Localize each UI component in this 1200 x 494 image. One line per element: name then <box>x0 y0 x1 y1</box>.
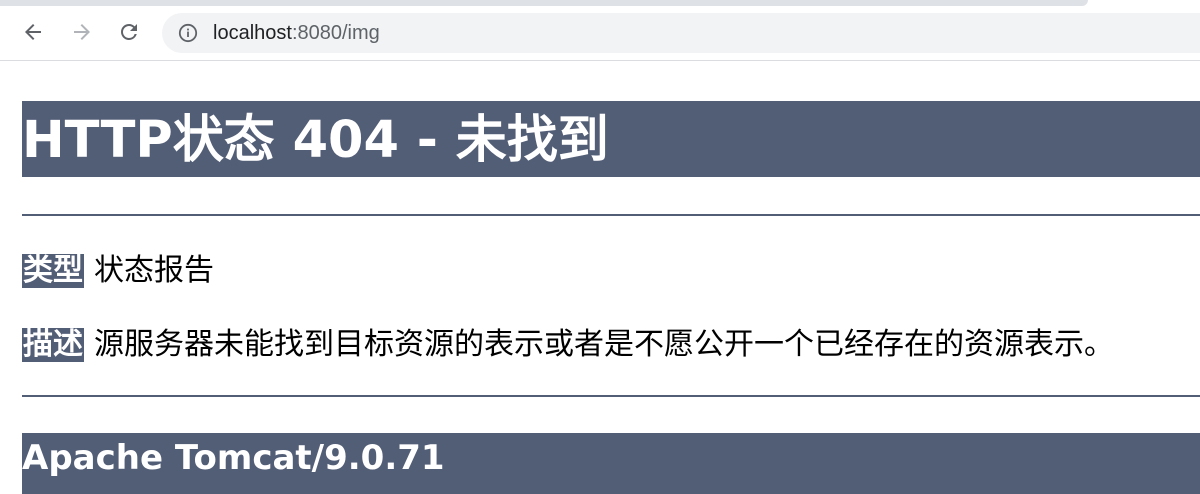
type-row: 类型 状态报告 <box>22 253 214 288</box>
arrow-right-icon <box>74 24 90 40</box>
tab-strip-edge <box>0 0 1088 6</box>
arrow-left-icon <box>25 24 41 40</box>
reload-icon <box>121 24 137 40</box>
info-icon[interactable] <box>178 23 198 43</box>
reload-button[interactable] <box>113 16 145 48</box>
page-title: HTTP状态 404 - 未找到 <box>22 101 1200 177</box>
url-text[interactable]: localhost:8080/img <box>213 22 380 45</box>
type-value: 状态报告 <box>94 253 214 288</box>
address-bar[interactable]: localhost:8080/img <box>162 13 1200 53</box>
browser-toolbar: localhost:8080/img <box>0 0 1200 61</box>
back-button[interactable] <box>17 16 49 48</box>
divider <box>22 214 1200 216</box>
url-path: :8080/img <box>291 22 380 44</box>
divider <box>22 395 1200 397</box>
description-value: 源服务器未能找到目标资源的表示或者是不愿公开一个已经存在的资源表示。 <box>94 327 1114 362</box>
forward-button[interactable] <box>66 16 98 48</box>
description-label: 描述 <box>22 327 84 362</box>
server-info: Apache Tomcat/9.0.71 <box>22 433 1200 494</box>
type-label: 类型 <box>22 253 84 288</box>
description-row: 描述 源服务器未能找到目标资源的表示或者是不愿公开一个已经存在的资源表示。 <box>22 327 1114 362</box>
url-host: localhost <box>213 22 292 44</box>
